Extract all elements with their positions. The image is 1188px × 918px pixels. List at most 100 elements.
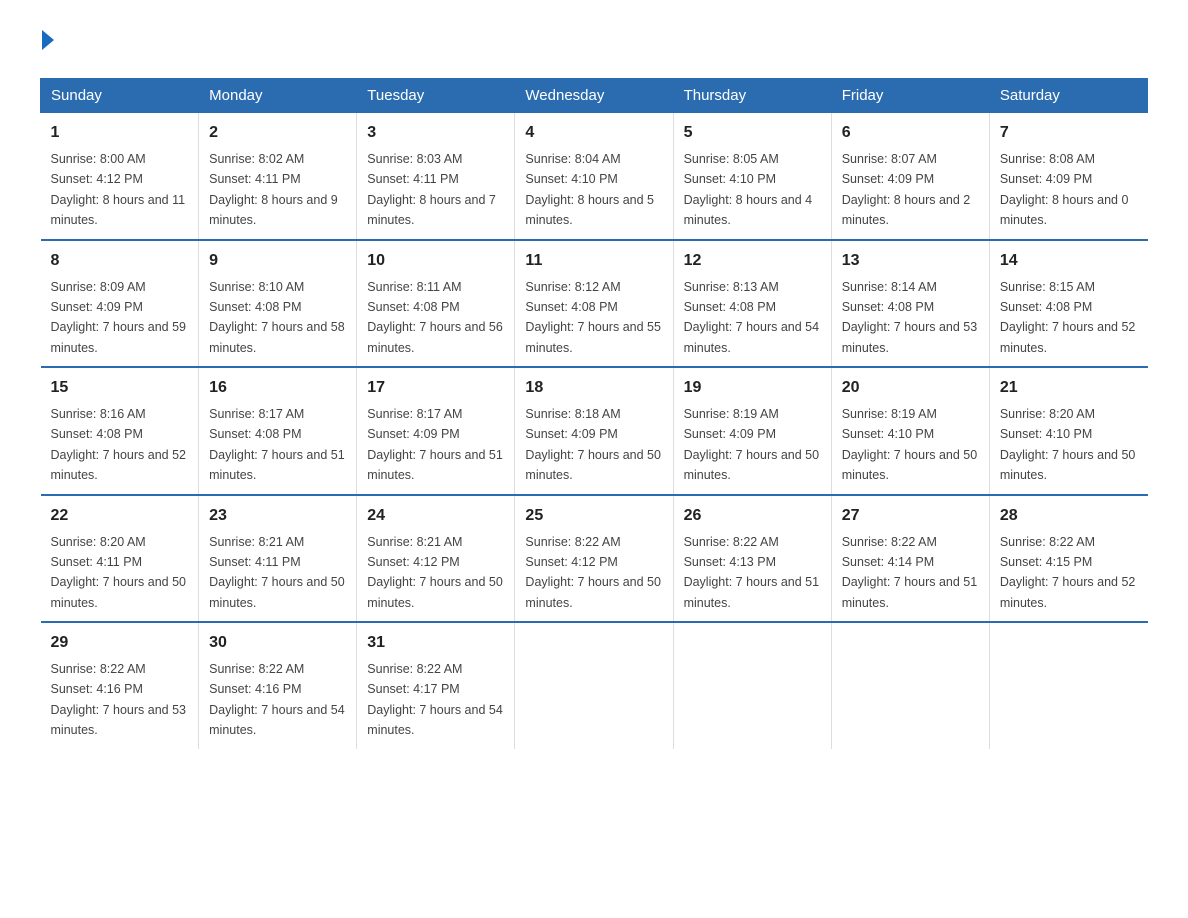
logo-triangle-icon bbox=[42, 30, 54, 50]
calendar-cell: 8 Sunrise: 8:09 AMSunset: 4:09 PMDayligh… bbox=[41, 240, 199, 368]
col-header-wednesday: Wednesday bbox=[515, 79, 673, 113]
calendar-cell: 9 Sunrise: 8:10 AMSunset: 4:08 PMDayligh… bbox=[199, 240, 357, 368]
day-number: 25 bbox=[525, 504, 662, 528]
day-info: Sunrise: 8:19 AMSunset: 4:10 PMDaylight:… bbox=[842, 407, 978, 482]
day-info: Sunrise: 8:07 AMSunset: 4:09 PMDaylight:… bbox=[842, 152, 971, 227]
day-info: Sunrise: 8:22 AMSunset: 4:15 PMDaylight:… bbox=[1000, 535, 1136, 610]
day-number: 2 bbox=[209, 121, 346, 145]
logo bbox=[40, 30, 54, 58]
calendar-cell: 20 Sunrise: 8:19 AMSunset: 4:10 PMDaylig… bbox=[831, 367, 989, 495]
col-header-sunday: Sunday bbox=[41, 79, 199, 113]
calendar-cell: 31 Sunrise: 8:22 AMSunset: 4:17 PMDaylig… bbox=[357, 622, 515, 749]
day-info: Sunrise: 8:16 AMSunset: 4:08 PMDaylight:… bbox=[51, 407, 187, 482]
day-info: Sunrise: 8:20 AMSunset: 4:10 PMDaylight:… bbox=[1000, 407, 1136, 482]
calendar-cell: 6 Sunrise: 8:07 AMSunset: 4:09 PMDayligh… bbox=[831, 113, 989, 240]
day-number: 13 bbox=[842, 249, 979, 273]
col-header-saturday: Saturday bbox=[989, 79, 1147, 113]
calendar-cell bbox=[989, 622, 1147, 749]
calendar-cell: 26 Sunrise: 8:22 AMSunset: 4:13 PMDaylig… bbox=[673, 495, 831, 623]
day-info: Sunrise: 8:11 AMSunset: 4:08 PMDaylight:… bbox=[367, 280, 503, 355]
day-number: 31 bbox=[367, 631, 504, 655]
day-number: 7 bbox=[1000, 121, 1138, 145]
day-info: Sunrise: 8:21 AMSunset: 4:12 PMDaylight:… bbox=[367, 535, 503, 610]
day-number: 17 bbox=[367, 376, 504, 400]
day-number: 5 bbox=[684, 121, 821, 145]
day-number: 27 bbox=[842, 504, 979, 528]
day-number: 12 bbox=[684, 249, 821, 273]
page-header bbox=[40, 30, 1148, 58]
calendar-cell: 24 Sunrise: 8:21 AMSunset: 4:12 PMDaylig… bbox=[357, 495, 515, 623]
day-number: 23 bbox=[209, 504, 346, 528]
calendar-cell: 22 Sunrise: 8:20 AMSunset: 4:11 PMDaylig… bbox=[41, 495, 199, 623]
day-number: 18 bbox=[525, 376, 662, 400]
day-number: 24 bbox=[367, 504, 504, 528]
day-number: 15 bbox=[51, 376, 189, 400]
calendar-cell bbox=[831, 622, 989, 749]
col-header-monday: Monday bbox=[199, 79, 357, 113]
day-info: Sunrise: 8:09 AMSunset: 4:09 PMDaylight:… bbox=[51, 280, 187, 355]
day-number: 20 bbox=[842, 376, 979, 400]
day-info: Sunrise: 8:08 AMSunset: 4:09 PMDaylight:… bbox=[1000, 152, 1129, 227]
day-number: 28 bbox=[1000, 504, 1138, 528]
calendar-cell: 11 Sunrise: 8:12 AMSunset: 4:08 PMDaylig… bbox=[515, 240, 673, 368]
calendar-cell: 12 Sunrise: 8:13 AMSunset: 4:08 PMDaylig… bbox=[673, 240, 831, 368]
day-info: Sunrise: 8:14 AMSunset: 4:08 PMDaylight:… bbox=[842, 280, 978, 355]
day-info: Sunrise: 8:13 AMSunset: 4:08 PMDaylight:… bbox=[684, 280, 820, 355]
calendar-week-row: 8 Sunrise: 8:09 AMSunset: 4:09 PMDayligh… bbox=[41, 240, 1148, 368]
day-info: Sunrise: 8:22 AMSunset: 4:13 PMDaylight:… bbox=[684, 535, 820, 610]
calendar-week-row: 1 Sunrise: 8:00 AMSunset: 4:12 PMDayligh… bbox=[41, 113, 1148, 240]
day-number: 16 bbox=[209, 376, 346, 400]
day-info: Sunrise: 8:15 AMSunset: 4:08 PMDaylight:… bbox=[1000, 280, 1136, 355]
day-number: 21 bbox=[1000, 376, 1138, 400]
day-number: 29 bbox=[51, 631, 189, 655]
calendar-week-row: 22 Sunrise: 8:20 AMSunset: 4:11 PMDaylig… bbox=[41, 495, 1148, 623]
calendar-cell: 10 Sunrise: 8:11 AMSunset: 4:08 PMDaylig… bbox=[357, 240, 515, 368]
day-number: 6 bbox=[842, 121, 979, 145]
calendar-week-row: 15 Sunrise: 8:16 AMSunset: 4:08 PMDaylig… bbox=[41, 367, 1148, 495]
calendar-cell: 13 Sunrise: 8:14 AMSunset: 4:08 PMDaylig… bbox=[831, 240, 989, 368]
calendar-cell: 16 Sunrise: 8:17 AMSunset: 4:08 PMDaylig… bbox=[199, 367, 357, 495]
day-info: Sunrise: 8:18 AMSunset: 4:09 PMDaylight:… bbox=[525, 407, 661, 482]
day-number: 1 bbox=[51, 121, 189, 145]
calendar-cell bbox=[673, 622, 831, 749]
day-info: Sunrise: 8:17 AMSunset: 4:08 PMDaylight:… bbox=[209, 407, 345, 482]
day-number: 11 bbox=[525, 249, 662, 273]
day-info: Sunrise: 8:04 AMSunset: 4:10 PMDaylight:… bbox=[525, 152, 654, 227]
day-info: Sunrise: 8:10 AMSunset: 4:08 PMDaylight:… bbox=[209, 280, 345, 355]
day-number: 10 bbox=[367, 249, 504, 273]
day-info: Sunrise: 8:22 AMSunset: 4:16 PMDaylight:… bbox=[209, 662, 345, 737]
day-info: Sunrise: 8:12 AMSunset: 4:08 PMDaylight:… bbox=[525, 280, 661, 355]
calendar-cell: 4 Sunrise: 8:04 AMSunset: 4:10 PMDayligh… bbox=[515, 113, 673, 240]
day-info: Sunrise: 8:22 AMSunset: 4:14 PMDaylight:… bbox=[842, 535, 978, 610]
calendar-cell: 25 Sunrise: 8:22 AMSunset: 4:12 PMDaylig… bbox=[515, 495, 673, 623]
calendar-cell: 7 Sunrise: 8:08 AMSunset: 4:09 PMDayligh… bbox=[989, 113, 1147, 240]
day-number: 30 bbox=[209, 631, 346, 655]
calendar-cell: 5 Sunrise: 8:05 AMSunset: 4:10 PMDayligh… bbox=[673, 113, 831, 240]
calendar-cell: 30 Sunrise: 8:22 AMSunset: 4:16 PMDaylig… bbox=[199, 622, 357, 749]
calendar-table: SundayMondayTuesdayWednesdayThursdayFrid… bbox=[40, 78, 1148, 749]
day-info: Sunrise: 8:05 AMSunset: 4:10 PMDaylight:… bbox=[684, 152, 813, 227]
calendar-cell: 27 Sunrise: 8:22 AMSunset: 4:14 PMDaylig… bbox=[831, 495, 989, 623]
day-number: 8 bbox=[51, 249, 189, 273]
calendar-cell bbox=[515, 622, 673, 749]
calendar-cell: 29 Sunrise: 8:22 AMSunset: 4:16 PMDaylig… bbox=[41, 622, 199, 749]
day-number: 9 bbox=[209, 249, 346, 273]
day-number: 19 bbox=[684, 376, 821, 400]
day-info: Sunrise: 8:20 AMSunset: 4:11 PMDaylight:… bbox=[51, 535, 187, 610]
calendar-cell: 14 Sunrise: 8:15 AMSunset: 4:08 PMDaylig… bbox=[989, 240, 1147, 368]
day-number: 14 bbox=[1000, 249, 1138, 273]
day-number: 3 bbox=[367, 121, 504, 145]
calendar-week-row: 29 Sunrise: 8:22 AMSunset: 4:16 PMDaylig… bbox=[41, 622, 1148, 749]
calendar-cell: 17 Sunrise: 8:17 AMSunset: 4:09 PMDaylig… bbox=[357, 367, 515, 495]
day-number: 26 bbox=[684, 504, 821, 528]
day-info: Sunrise: 8:22 AMSunset: 4:17 PMDaylight:… bbox=[367, 662, 503, 737]
calendar-cell: 23 Sunrise: 8:21 AMSunset: 4:11 PMDaylig… bbox=[199, 495, 357, 623]
day-number: 4 bbox=[525, 121, 662, 145]
day-info: Sunrise: 8:02 AMSunset: 4:11 PMDaylight:… bbox=[209, 152, 338, 227]
calendar-cell: 28 Sunrise: 8:22 AMSunset: 4:15 PMDaylig… bbox=[989, 495, 1147, 623]
calendar-cell: 18 Sunrise: 8:18 AMSunset: 4:09 PMDaylig… bbox=[515, 367, 673, 495]
day-info: Sunrise: 8:22 AMSunset: 4:12 PMDaylight:… bbox=[525, 535, 661, 610]
day-number: 22 bbox=[51, 504, 189, 528]
calendar-cell: 15 Sunrise: 8:16 AMSunset: 4:08 PMDaylig… bbox=[41, 367, 199, 495]
calendar-cell: 2 Sunrise: 8:02 AMSunset: 4:11 PMDayligh… bbox=[199, 113, 357, 240]
